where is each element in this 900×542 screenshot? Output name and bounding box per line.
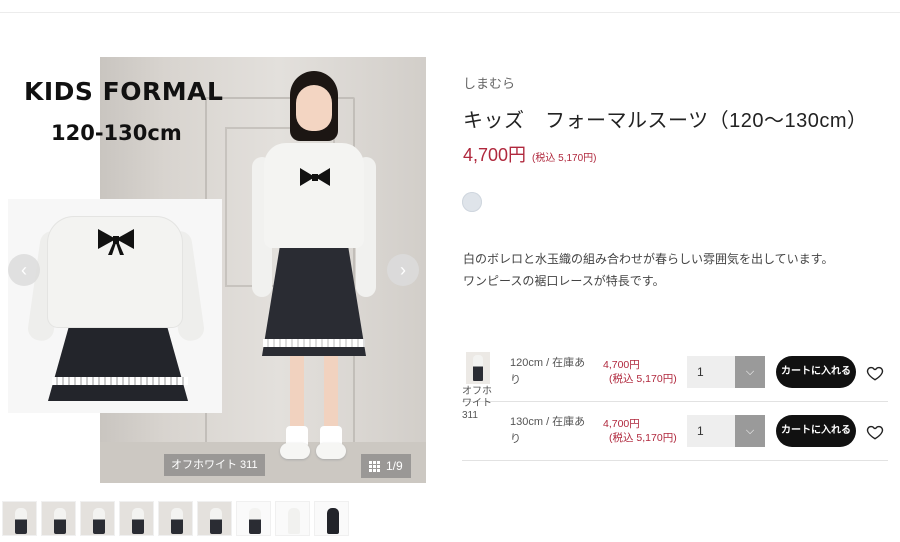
- variant-price-tax: (税込 5,170円): [609, 373, 677, 385]
- header-divider: [0, 12, 900, 13]
- variant-divider: [462, 401, 888, 402]
- chevron-down-icon: ⌵: [735, 356, 765, 388]
- product-description: 白のボレロと水玉織の組み合わせが春らしい雰囲気を出しています。 ワンピースの裾口…: [463, 248, 833, 292]
- quantity-select[interactable]: 1 ⌵: [687, 415, 765, 447]
- variant-divider: [462, 460, 888, 461]
- variant-color-name: オフホワイト 311: [462, 386, 492, 421]
- variant-price: 4,700円 (税込 5,170円): [603, 358, 677, 386]
- thumbnail-2[interactable]: [41, 501, 76, 536]
- bow-icon: [98, 229, 134, 255]
- thumbnail-8[interactable]: [275, 501, 310, 536]
- thumbnail-9[interactable]: [314, 501, 349, 536]
- product-price: 4,700円: [463, 145, 527, 165]
- chevron-left-icon: ‹: [21, 260, 27, 280]
- heart-icon[interactable]: [866, 364, 884, 382]
- overlay-title: KIDS FORMAL: [24, 77, 224, 106]
- quantity-select[interactable]: 1 ⌵: [687, 356, 765, 388]
- model-figure: [250, 71, 380, 471]
- brand-name: しまむら: [463, 76, 516, 91]
- thumbnail-7[interactable]: [236, 501, 271, 536]
- variant-price-value: 4,700円: [603, 359, 640, 371]
- grid-icon: [369, 460, 380, 472]
- product-inset-image: [8, 199, 222, 413]
- color-label-badge: オフホワイト 311: [164, 454, 265, 476]
- product-price-tax: (税込 5,170円): [532, 153, 597, 164]
- thumbnail-1[interactable]: [2, 501, 37, 536]
- price-row: 4,700円 (税込 5,170円): [463, 141, 597, 167]
- add-to-cart-button[interactable]: カートに入れる: [776, 356, 856, 388]
- bow-icon: [300, 168, 330, 186]
- chevron-down-icon: ⌵: [735, 415, 765, 447]
- variant-price: 4,700円 (税込 5,170円): [603, 417, 677, 445]
- thumbnail-5[interactable]: [158, 501, 193, 536]
- chevron-right-icon: ›: [400, 260, 406, 280]
- description-line: 白のボレロと水玉織の組み合わせが春らしい雰囲気を出しています。: [463, 252, 834, 266]
- heart-icon[interactable]: [866, 423, 884, 441]
- thumbnail-4[interactable]: [119, 501, 154, 536]
- add-to-cart-button[interactable]: カートに入れる: [776, 415, 856, 447]
- variant-size-stock: 120cm / 在庫あり: [510, 357, 586, 386]
- thumbnail-strip: [2, 501, 349, 536]
- description-line: ワンピースの裾口レースが特長です。: [463, 274, 665, 288]
- color-swatch[interactable]: [462, 192, 482, 212]
- product-title: キッズ フォーマルスーツ（120～130cm）: [463, 110, 868, 132]
- gallery-counter-text: 1/9: [386, 459, 403, 473]
- thumbnail-3[interactable]: [80, 501, 115, 536]
- variant-size-stock: 130cm / 在庫あり: [510, 416, 586, 445]
- main-product-image[interactable]: KIDS FORMAL 120-130cm ‹ › オフホワイト 311 1/9: [0, 57, 426, 483]
- gallery-next-button[interactable]: ›: [387, 254, 419, 286]
- variant-price-value: 4,700円: [603, 418, 640, 430]
- thumbnail-6[interactable]: [197, 501, 232, 536]
- quantity-value: 1: [697, 365, 704, 379]
- variant-thumbnail: [466, 352, 490, 384]
- overlay-size: 120-130cm: [51, 121, 182, 145]
- variant-price-tax: (税込 5,170円): [609, 432, 677, 444]
- gallery-counter[interactable]: 1/9: [361, 454, 411, 478]
- gallery-prev-button[interactable]: ‹: [8, 254, 40, 286]
- quantity-value: 1: [697, 424, 704, 438]
